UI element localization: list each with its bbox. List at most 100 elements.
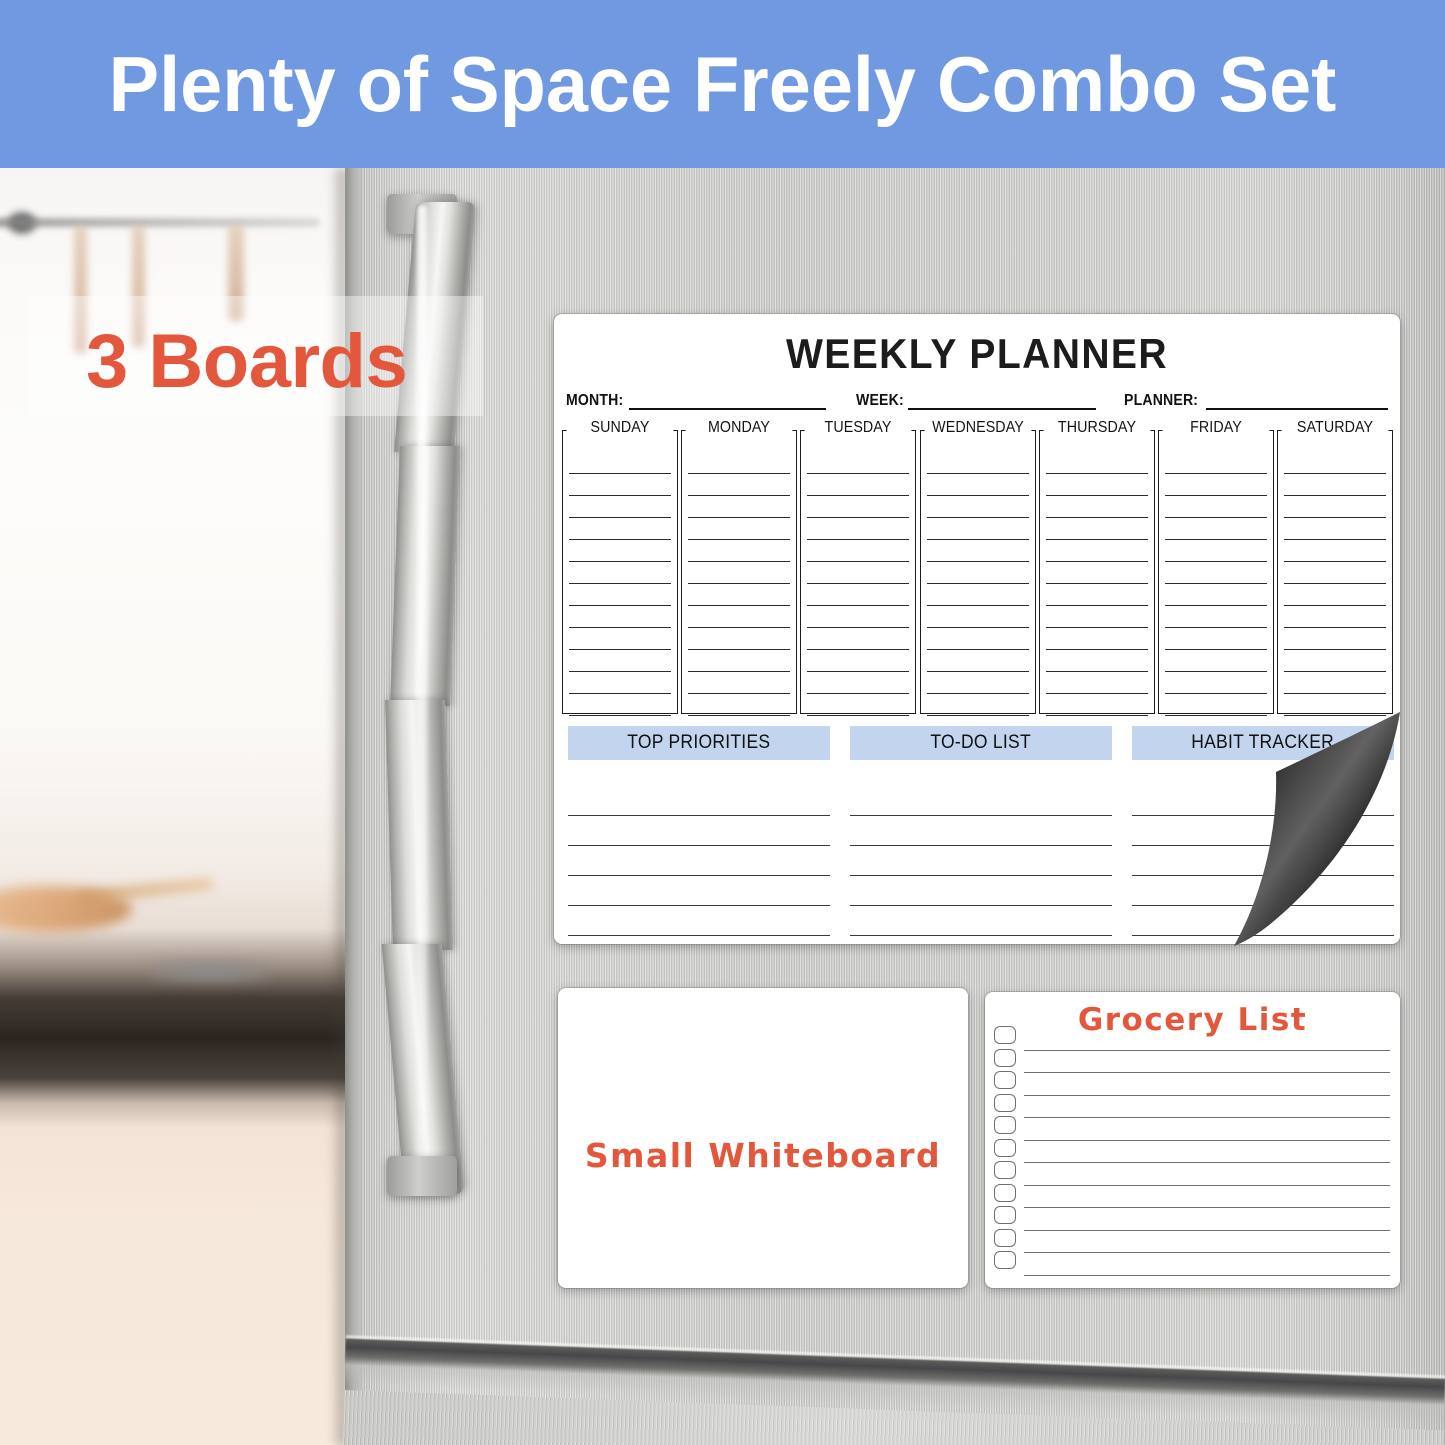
write-line[interactable] [688, 694, 791, 716]
grocery-checkbox[interactable] [994, 1071, 1016, 1089]
write-line[interactable] [807, 584, 910, 606]
write-line[interactable] [569, 694, 671, 716]
write-line[interactable] [569, 628, 671, 650]
write-line[interactable] [568, 816, 830, 846]
write-line[interactable] [1284, 694, 1387, 716]
grocery-checkbox[interactable] [994, 1228, 1016, 1247]
write-line[interactable] [1132, 816, 1394, 846]
write-line[interactable] [1165, 540, 1267, 562]
write-line[interactable] [807, 540, 910, 562]
write-line[interactable] [1284, 518, 1387, 540]
grocery-list-item[interactable] [994, 1228, 1390, 1253]
write-line[interactable] [926, 628, 1029, 650]
write-line[interactable] [688, 540, 791, 562]
write-line[interactable] [926, 518, 1029, 540]
write-line[interactable] [569, 606, 671, 628]
write-line[interactable] [807, 650, 910, 672]
write-line[interactable] [569, 650, 671, 672]
section-write-lines[interactable] [568, 786, 830, 936]
write-line[interactable] [688, 606, 791, 628]
day-write-lines[interactable] [1045, 452, 1148, 716]
write-line[interactable] [569, 474, 671, 496]
write-line[interactable] [926, 452, 1029, 474]
write-line[interactable] [850, 876, 1112, 906]
write-line[interactable] [688, 452, 791, 474]
write-line[interactable] [926, 562, 1029, 584]
grocery-list-item[interactable] [994, 1071, 1390, 1096]
write-line[interactable] [569, 540, 671, 562]
grocery-list-item[interactable] [994, 1183, 1390, 1208]
write-line[interactable] [1284, 584, 1387, 606]
write-line[interactable] [926, 694, 1029, 716]
write-line[interactable] [1045, 474, 1148, 496]
write-line[interactable] [850, 846, 1112, 876]
write-line[interactable] [1132, 846, 1394, 876]
write-line[interactable] [1284, 562, 1387, 584]
write-line[interactable] [569, 452, 671, 474]
write-line[interactable] [1045, 628, 1148, 650]
grocery-checkbox[interactable] [994, 1026, 1016, 1044]
day-column-wednesday[interactable]: WEDNESDAY [919, 419, 1036, 716]
write-line[interactable] [569, 518, 671, 540]
write-line[interactable] [1045, 694, 1148, 716]
write-line[interactable] [569, 584, 671, 606]
write-line[interactable] [1045, 540, 1148, 562]
grocery-list-item[interactable] [994, 1206, 1390, 1231]
grocery-checkbox[interactable] [994, 1116, 1016, 1134]
section-top-priorities[interactable]: TOP PRIORITIES [568, 726, 830, 936]
write-line[interactable] [688, 562, 791, 584]
month-field[interactable]: MONTH: [566, 386, 826, 410]
write-line[interactable] [688, 518, 791, 540]
grocery-write-line[interactable] [1024, 1274, 1390, 1276]
write-line[interactable] [807, 672, 910, 694]
write-line[interactable] [1284, 672, 1387, 694]
write-line[interactable] [926, 474, 1029, 496]
grocery-checkbox[interactable] [994, 1206, 1016, 1224]
write-line[interactable] [1045, 496, 1148, 518]
write-line[interactable] [1284, 452, 1387, 474]
day-column-thursday[interactable]: THURSDAY [1038, 419, 1155, 716]
section-to-do-list[interactable]: TO-DO LIST [850, 726, 1112, 936]
write-line[interactable] [807, 606, 910, 628]
grocery-list-item[interactable] [994, 1161, 1390, 1186]
day-column-saturday[interactable]: SATURDAY [1277, 419, 1394, 716]
write-line[interactable] [568, 906, 830, 936]
write-line[interactable] [807, 518, 910, 540]
day-write-lines[interactable] [1284, 452, 1387, 716]
day-write-lines[interactable] [688, 452, 791, 716]
section-write-lines[interactable] [1132, 786, 1394, 936]
write-line[interactable] [850, 786, 1112, 816]
section-write-lines[interactable] [850, 786, 1112, 936]
write-line[interactable] [807, 496, 910, 518]
write-line[interactable] [1132, 906, 1394, 936]
write-line[interactable] [807, 628, 910, 650]
write-line[interactable] [1284, 540, 1387, 562]
write-line[interactable] [926, 606, 1029, 628]
write-line[interactable] [1165, 606, 1267, 628]
planner-name-write-line[interactable] [1206, 408, 1388, 410]
write-line[interactable] [568, 876, 830, 906]
write-line[interactable] [926, 496, 1029, 518]
day-column-monday[interactable]: MONDAY [681, 419, 798, 716]
write-line[interactable] [1045, 518, 1148, 540]
grocery-checkbox[interactable] [994, 1183, 1016, 1202]
write-line[interactable] [926, 672, 1029, 694]
grocery-checkbox[interactable] [994, 1048, 1016, 1067]
write-line[interactable] [1045, 562, 1148, 584]
write-line[interactable] [1165, 474, 1267, 496]
write-line[interactable] [1284, 496, 1387, 518]
write-line[interactable] [688, 628, 791, 650]
grocery-list-item[interactable] [994, 1026, 1390, 1051]
write-line[interactable] [1284, 628, 1387, 650]
grocery-checkbox[interactable] [994, 1161, 1016, 1179]
write-line[interactable] [1132, 786, 1394, 816]
write-line[interactable] [1284, 606, 1387, 628]
day-write-lines[interactable] [1165, 452, 1267, 716]
write-line[interactable] [688, 584, 791, 606]
write-line[interactable] [1045, 584, 1148, 606]
grocery-checkbox[interactable] [994, 1251, 1016, 1269]
write-line[interactable] [1165, 452, 1267, 474]
write-line[interactable] [1132, 876, 1394, 906]
day-column-tuesday[interactable]: TUESDAY [800, 419, 917, 716]
write-line[interactable] [926, 584, 1029, 606]
